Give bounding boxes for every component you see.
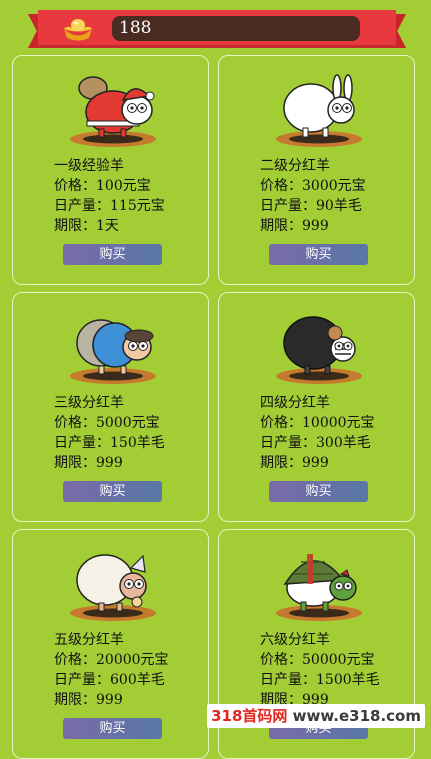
product-term: 期限：999 — [54, 455, 123, 471]
balance-display: 188 — [112, 16, 360, 41]
buy-button[interactable]: 购买 — [269, 244, 368, 265]
black-sheep-image — [276, 316, 362, 384]
product-term: 期限：999 — [260, 455, 329, 471]
product-yield: 日产量：90羊毛 — [260, 198, 362, 214]
party-sheep-image — [70, 554, 156, 621]
product-yield: 日产量：115元宝 — [54, 198, 165, 214]
product-name: 五级分红羊 — [54, 632, 124, 648]
product-card: 三级分红羊 价格：5000元宝 日产量：150羊毛 期限：999 购买 — [12, 292, 209, 522]
gold-ingot-icon — [64, 19, 92, 41]
product-yield: 日产量：600羊毛 — [54, 672, 165, 688]
product-name: 一级经验羊 — [54, 158, 124, 174]
product-yield: 日产量：150羊毛 — [54, 435, 165, 451]
product-yield: 日产量：1500羊毛 — [260, 672, 380, 688]
product-card: 二级分红羊 价格：3000元宝 日产量：90羊毛 期限：999 购买 — [218, 55, 415, 285]
product-price: 价格：5000元宝 — [54, 415, 160, 431]
buy-button[interactable]: 购买 — [63, 244, 162, 265]
product-price: 价格：10000元宝 — [260, 415, 375, 431]
product-name: 六级分红羊 — [260, 632, 330, 648]
watermark-brand: 318首码网 — [211, 707, 288, 725]
product-card: 五级分红羊 价格：20000元宝 日产量：600羊毛 期限：999 购买 — [12, 529, 209, 759]
watermark: 318首码网 www.e318.com — [207, 704, 425, 728]
product-price: 价格：100元宝 — [54, 178, 151, 194]
bunny-sheep-image — [276, 74, 362, 147]
buy-button[interactable]: 购买 — [63, 481, 162, 502]
product-card: 四级分红羊 价格：10000元宝 日产量：300羊毛 期限：999 购买 — [218, 292, 415, 522]
product-term: 期限：999 — [54, 692, 123, 708]
product-name: 三级分红羊 — [54, 395, 124, 411]
product-card: 一级经验羊 价格：100元宝 日产量：115元宝 期限：1天 购买 — [12, 55, 209, 285]
product-name: 四级分红羊 — [260, 395, 330, 411]
header-banner: 188 — [28, 8, 406, 50]
buy-button[interactable]: 购买 — [63, 718, 162, 739]
product-name: 二级分红羊 — [260, 158, 330, 174]
product-price: 价格：3000元宝 — [260, 178, 366, 194]
watermark-url: www.e318.com — [292, 707, 421, 725]
santa-sheep-image — [70, 76, 156, 147]
product-price: 价格：50000元宝 — [260, 652, 375, 668]
product-term: 期限：1天 — [54, 218, 119, 234]
turtle-sheep-image — [276, 554, 362, 621]
blue-sheep-image — [70, 319, 156, 384]
product-price: 价格：20000元宝 — [54, 652, 169, 668]
product-yield: 日产量：300羊毛 — [260, 435, 371, 451]
product-term: 期限：999 — [260, 218, 329, 234]
buy-button[interactable]: 购买 — [269, 481, 368, 502]
